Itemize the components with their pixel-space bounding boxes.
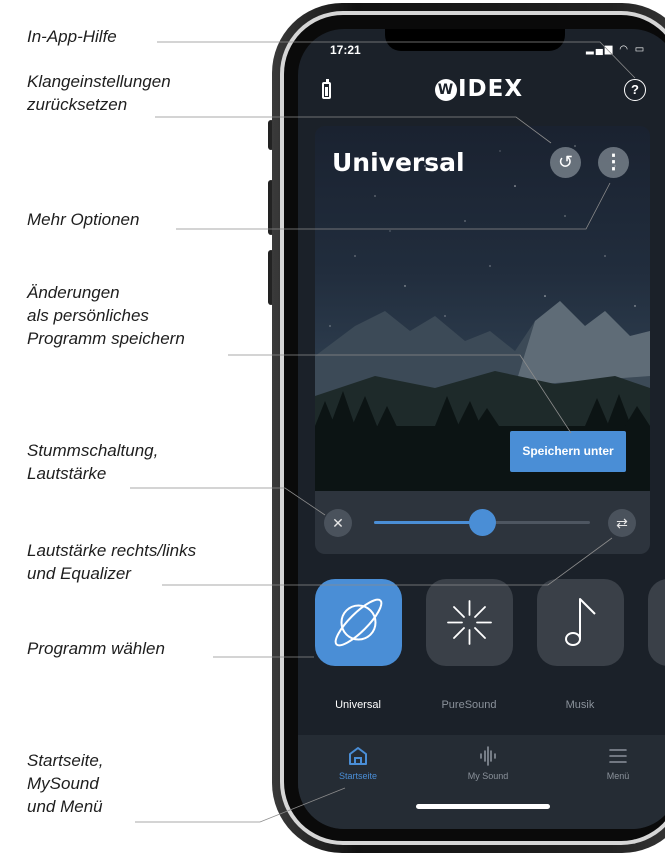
annotation-reset-sound: Klangeinstellungen zurücksetzen [27, 70, 171, 116]
program-tile-next[interactable] [648, 579, 665, 666]
annotation-line: Programm wählen [27, 639, 165, 658]
annotation-mute-volume: Stummschaltung, Lautstärke [27, 439, 158, 485]
tab-startseite[interactable]: Startseite [308, 735, 408, 795]
mute-button[interactable]: ✕ [324, 509, 352, 537]
app-screen: 17:21 ▂▄▆ ◠ ▭ W IDEX ? Universal ↺ ⋮ Spe… [298, 29, 665, 829]
battery-status-icon: ▭ [634, 44, 647, 55]
annotation-line: Startseite, [27, 751, 104, 770]
signal-icon: ▂▄▆ [586, 44, 615, 55]
annotation-save-changes: Änderungen als persönliches Programm spe… [27, 281, 185, 350]
bottom-tab-bar: Startseite My Sound Menü [298, 735, 665, 829]
balance-equalizer-button[interactable]: ⇄ [608, 509, 636, 537]
tab-label-menue: Menü [606, 771, 630, 781]
program-title: Universal [332, 148, 465, 177]
program-tile-puresound[interactable] [426, 579, 513, 666]
planet-icon [334, 598, 383, 647]
annotation-line: und Equalizer [27, 564, 131, 583]
menu-icon [609, 749, 627, 763]
annotation-line: Programm speichern [27, 329, 185, 348]
logo-text: IDEX [458, 76, 524, 102]
save-as-button[interactable]: Speichern unter [510, 431, 626, 472]
annotation-in-app-help: In-App-Hilfe [27, 25, 117, 48]
program-hero: Universal ↺ ⋮ Speichern unter [315, 126, 650, 491]
logo-w-mark: W [435, 79, 457, 101]
program-label-musik: Musik [565, 699, 595, 711]
soundwave-icon [480, 746, 496, 766]
annotation-line: In-App-Hilfe [27, 27, 117, 46]
annotation-line: Mehr Optionen [27, 210, 140, 229]
help-button[interactable]: ? [624, 79, 646, 101]
phone-notch [385, 29, 565, 51]
program-label-puresound: PureSound [441, 699, 497, 711]
annotation-line: Lautstärke rechts/links [27, 541, 197, 560]
tab-label-startseite: Startseite [338, 771, 378, 781]
volume-slider[interactable] [374, 509, 590, 536]
annotation-line: Klangeinstellungen [27, 72, 171, 91]
hearing-aid-battery-icon[interactable] [322, 79, 331, 99]
home-icon [349, 747, 367, 765]
tab-my-sound[interactable]: My Sound [438, 735, 538, 795]
more-vertical-icon: ⋮ [603, 151, 624, 173]
volume-slider-fill [374, 521, 482, 524]
program-carousel: Universal PureSound Musik [298, 579, 665, 711]
annotation-line: Stummschaltung, [27, 441, 159, 460]
annotation-line: als persönliches [27, 306, 149, 325]
program-tile-musik[interactable] [537, 579, 624, 666]
status-time: 17:21 [330, 43, 361, 57]
annotation-balance-eq: Lautstärke rechts/links und Equalizer [27, 539, 196, 585]
starburst-icon [447, 600, 492, 645]
widex-logo: W IDEX [435, 76, 523, 102]
annotation-choose-program: Programm wählen [27, 637, 165, 660]
annotation-line: und Menü [27, 797, 103, 816]
annotation-line: Änderungen [27, 283, 120, 302]
muted-speaker-icon: ✕ [332, 515, 344, 531]
volume-slider-thumb[interactable] [469, 509, 496, 536]
tab-menue[interactable]: Menü [568, 735, 665, 795]
annotation-more-options: Mehr Optionen [27, 208, 139, 231]
sliders-icon: ⇄ [616, 515, 628, 531]
program-label-universal: Universal [335, 699, 381, 711]
home-indicator[interactable] [416, 804, 550, 809]
status-icons: ▂▄▆ ◠ ▭ [586, 44, 646, 55]
annotation-navigation: Startseite, MySound und Menü [27, 749, 104, 818]
more-options-button[interactable]: ⋮ [598, 147, 629, 178]
program-tile-universal[interactable] [315, 579, 402, 666]
annotation-line: Lautstärke [27, 464, 107, 483]
volume-bar: ✕ ⇄ [315, 491, 650, 554]
music-note-icon [565, 598, 596, 646]
reset-icon: ↺ [557, 152, 574, 172]
annotation-line: MySound [27, 774, 99, 793]
annotation-line: zurücksetzen [27, 95, 128, 114]
reset-sound-button[interactable]: ↺ [550, 147, 581, 178]
tab-label-my-sound: My Sound [467, 771, 509, 781]
wifi-icon: ◠ [619, 44, 630, 55]
